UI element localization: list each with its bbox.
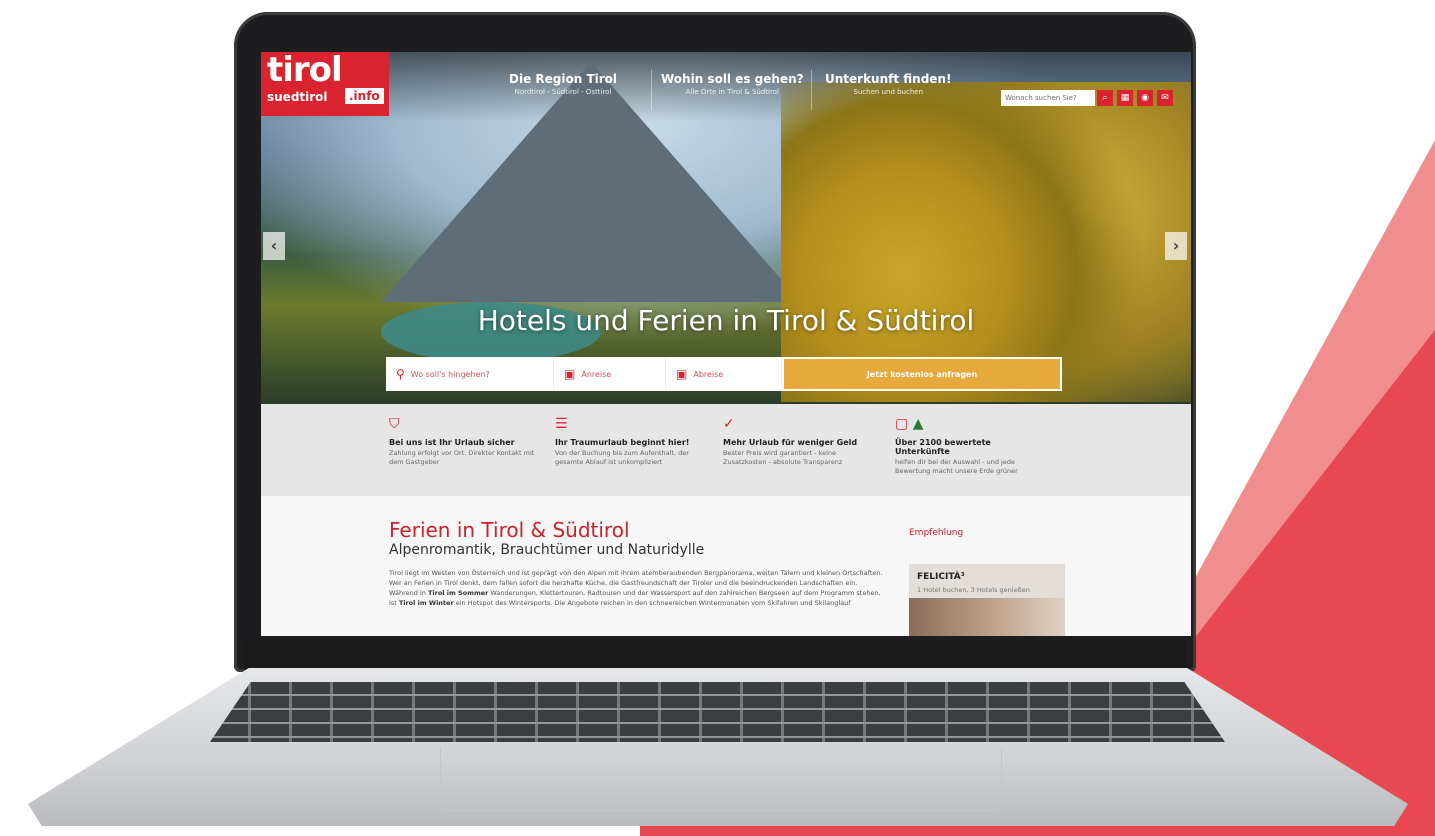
features-bar: ⛉ Bei uns ist Ihr Urlaub sicher Zahlung … [261,404,1191,496]
recommendation-card[interactable]: FELICITÀ³ 1 Hotel buchen, 3 Hotels genie… [909,564,1065,636]
feature-title: Bei uns ist Ihr Urlaub sicher [389,438,515,447]
location-pin-icon: ⚲ [396,367,405,381]
logo-word: tirol [267,52,343,90]
nav-divider [811,70,812,110]
hero-trees-image [781,82,1191,402]
summer-link[interactable]: Tirol im Sommer [428,589,488,597]
arrival-date-field[interactable]: ▣ Anreise [554,357,666,391]
hero-mountain-image [381,62,801,302]
check-icon: ✓ [723,416,735,432]
feature-desc: Zahlung erfolgt vor Ort. Direkter Kontak… [389,449,535,466]
section-subtitle: Alpenromantik, Brauchtümer und Naturidyl… [389,542,705,558]
calendar-icon: ▣ [676,367,688,381]
logo-suffix: .info [345,88,384,104]
search-icon[interactable]: ⌕ [1097,90,1113,106]
feature-title: Über 2100 bewertete Unterkünfte [895,438,991,456]
booking-form: ⚲ Wo soll's hingehen? ▣ Anreise ▣ Abreis… [386,357,1062,391]
laptop-keyboard [210,682,1225,742]
laptop-trackpad [440,748,1002,811]
body-text: ein Hotspot des Wintersports. Die Angebo… [453,599,851,607]
nav-item-region[interactable]: Die Region Tirol Nordtirol - Südtirol - … [509,72,617,96]
carousel-prev-button[interactable]: ‹ [263,232,285,260]
card-title: FELICITÀ³ [917,572,965,582]
hero-banner: tirol suedtirol .info Die Region Tirol N… [261,52,1191,404]
nav-item-destinations[interactable]: Wohin soll es gehen? Alle Orte in Tirol … [661,72,804,96]
nav-subtitle: Alle Orte in Tirol & Südtirol [685,88,779,96]
section-title: Ferien in Tirol & Südtirol [389,518,630,542]
feature-item: ⛉ Bei uns ist Ihr Urlaub sicher Zahlung … [389,416,539,467]
mail-icon[interactable]: ✉ [1157,90,1173,106]
comment-tree-icon: ▢ ▲ [895,416,924,432]
nav-item-accommodation[interactable]: Unterkunft finden! Suchen und buchen [825,72,951,96]
logo-sub: suedtirol [267,90,328,104]
nav-title: Wohin soll es gehen? [661,72,804,86]
calendar-icon: ▣ [564,367,576,381]
map-icon[interactable]: ▦ [1117,90,1133,106]
card-desc: 1 Hotel buchen, 3 Hotels genießen [917,586,1030,594]
site-search-input[interactable] [1001,90,1095,106]
arrival-placeholder: Anreise [581,369,612,379]
camera-icon[interactable]: ◉ [1137,90,1153,106]
destination-field[interactable]: ⚲ Wo soll's hingehen? [386,357,554,391]
feature-title: Mehr Urlaub für weniger Geld [723,438,858,447]
laptop-chin [244,640,1186,670]
nav-title: Unterkunft finden! [825,72,952,86]
feature-desc: Von der Buchung bis zum Aufenthalt, der … [555,449,689,466]
winter-link[interactable]: Tirol im Winter [399,599,454,607]
calendar-icon: ☰ [555,416,568,432]
site-logo[interactable]: tirol suedtirol .info [261,52,389,116]
request-button[interactable]: Jetzt kostenlos anfragen [784,359,1060,389]
departure-placeholder: Abreise [693,369,724,379]
departure-date-field[interactable]: ▣ Abreise [666,357,782,391]
carousel-next-button[interactable]: › [1165,232,1187,260]
feature-item: ✓ Mehr Urlaub für weniger Geld Bester Pr… [723,416,873,467]
section-body: Tirol liegt im Westen von Österreich und… [389,568,884,608]
feature-item: ▢ ▲ Über 2100 bewertete Unterkünfte helf… [895,416,1045,476]
nav-subtitle: Suchen und buchen [853,88,924,96]
feature-desc: Bester Preis wird garantiert - keine Zus… [723,449,843,466]
feature-item: ☰ Ihr Traumurlaub beginnt hier! Von der … [555,416,705,467]
recommendation-label: Empfehlung [909,528,964,538]
shield-icon: ⛉ [389,416,400,432]
laptop-screen: tirol suedtirol .info Die Region Tirol N… [261,52,1191,636]
destination-placeholder: Wo soll's hingehen? [410,369,490,379]
nav-divider [651,70,652,110]
feature-desc: helfen dir bei der Auswahl - und jede Be… [895,458,1018,475]
feature-title: Ihr Traumurlaub beginnt hier! [555,438,690,447]
nav-subtitle: Nordtirol - Südtirol - Osttirol [514,88,612,96]
hero-title: Hotels und Ferien in Tirol & Südtirol [477,304,975,337]
intro-section: Ferien in Tirol & Südtirol Alpenromantik… [261,496,1191,636]
nav-title: Die Region Tirol [509,72,618,86]
card-image [909,598,1065,636]
